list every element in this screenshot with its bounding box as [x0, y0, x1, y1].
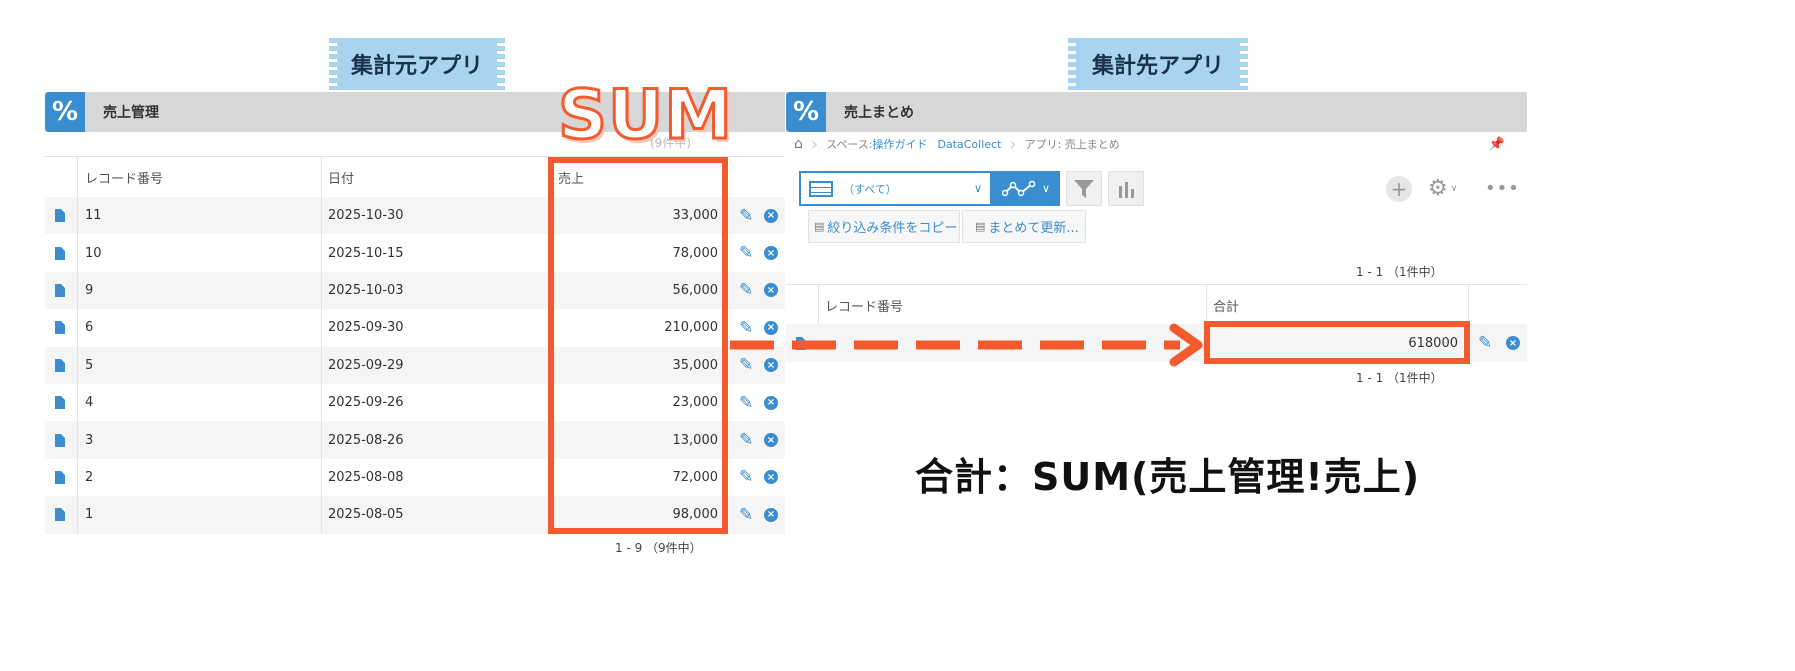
delete-icon[interactable]: ×: [1506, 336, 1520, 350]
percent-icon: %: [45, 92, 85, 132]
delete-icon[interactable]: ×: [764, 283, 778, 298]
total-highlight: [1204, 321, 1470, 364]
table-view-icon: [809, 180, 833, 197]
record-number: 2: [85, 469, 94, 485]
record-date: 2025-08-08: [328, 469, 404, 485]
view-select-value: （すべて）: [843, 182, 897, 196]
chevron-down-icon: ∨: [973, 182, 982, 195]
formula-text: 合計：SUM(売上管理!売上): [915, 455, 1421, 499]
record-date: 2025-09-26: [328, 395, 404, 411]
graph-button[interactable]: [1108, 171, 1144, 206]
record-date: 2025-09-29: [328, 357, 404, 373]
target-app-banner: 集計先アプリ: [1068, 38, 1248, 90]
sum-label: SUM: [557, 75, 734, 157]
edit-icon[interactable]: ✎: [739, 206, 753, 226]
pin-icon[interactable]: 📌: [1489, 137, 1505, 152]
breadcrumb: ⌂ › スペース: 操作ガイド DataCollect › アプリ: 売上まとめ…: [794, 133, 1505, 155]
bulk-update-button[interactable]: ▤ まとめて更新...: [962, 210, 1086, 243]
record-date: 2025-10-30: [328, 208, 404, 224]
plus-icon: +: [1390, 177, 1408, 201]
graph-view-button[interactable]: ∨: [992, 171, 1060, 206]
edit-icon[interactable]: ✎: [739, 393, 753, 413]
record-number: 11: [85, 208, 102, 224]
record-date: 2025-08-05: [328, 507, 404, 523]
breadcrumb-space-name[interactable]: DataCollect: [937, 138, 1001, 151]
copy-filter-label: 絞り込み条件をコピー: [827, 221, 958, 236]
record-number: 4: [85, 395, 94, 411]
bar-chart-icon: [1119, 181, 1134, 198]
target-app-header: % 売上まとめ: [786, 92, 1527, 132]
target-pager-top: 1 - 1 （1件中）: [1356, 265, 1443, 279]
record-detail-icon[interactable]: [55, 321, 65, 335]
breadcrumb-space-prefix: スペース:: [826, 138, 873, 151]
more-options-button[interactable]: •••: [1485, 178, 1520, 199]
delete-icon[interactable]: ×: [764, 507, 778, 522]
edit-icon[interactable]: ✎: [739, 467, 753, 487]
record-date: 2025-09-30: [328, 320, 404, 336]
edit-icon[interactable]: ✎: [739, 430, 753, 450]
target-pager-bottom: 1 - 1 （1件中）: [1356, 371, 1443, 385]
chevron-down-icon: ∨: [1450, 183, 1458, 194]
view-selector[interactable]: （すべて） ∨: [799, 171, 992, 206]
add-record-button[interactable]: +: [1386, 176, 1412, 202]
source-app-title: 売上管理: [103, 105, 159, 121]
breadcrumb-app: アプリ: 売上まとめ: [1024, 138, 1120, 151]
edit-icon[interactable]: ✎: [1478, 333, 1492, 353]
breadcrumb-space-link[interactable]: 操作ガイド: [872, 136, 927, 152]
target-app-title: 売上まとめ: [844, 105, 914, 121]
target-app-banner-text: 集計先アプリ: [1091, 54, 1224, 79]
delete-icon[interactable]: ×: [764, 470, 778, 485]
home-icon[interactable]: ⌂: [794, 136, 803, 152]
more-icon: •••: [1485, 178, 1520, 199]
source-pager: 1 - 9 （9件中）: [615, 541, 702, 555]
delete-icon[interactable]: ×: [764, 208, 778, 223]
record-number: 3: [85, 432, 94, 448]
record-detail-icon[interactable]: [55, 246, 65, 260]
record-detail-icon[interactable]: [55, 433, 65, 447]
target-table-header: レコード番号 合計: [786, 284, 1527, 326]
percent-icon: %: [786, 92, 826, 132]
column-header-date[interactable]: 日付: [328, 157, 354, 198]
record-date: 2025-10-15: [328, 245, 404, 261]
delete-icon[interactable]: ×: [764, 433, 778, 448]
record-number: 5: [85, 357, 94, 373]
record-date: 2025-10-03: [328, 282, 404, 298]
graph-icon: [1001, 180, 1036, 196]
delete-icon[interactable]: ×: [764, 395, 778, 410]
record-number: 9: [85, 282, 94, 298]
filter-icon: [1074, 179, 1094, 198]
filter-button[interactable]: [1066, 171, 1102, 206]
record-number: 10: [85, 245, 102, 261]
column-header-record-number[interactable]: レコード番号: [85, 157, 163, 198]
delete-icon[interactable]: ×: [764, 246, 778, 261]
bulk-update-label: まとめて更新...: [988, 221, 1079, 236]
record-detail-icon[interactable]: [55, 358, 65, 372]
source-app-banner-text: 集計元アプリ: [350, 54, 483, 79]
gear-icon: ⚙: [1428, 176, 1448, 201]
copy-icon: ▤: [814, 220, 825, 233]
arrow-connector: [730, 323, 1203, 367]
copy-filter-button[interactable]: ▤ 絞り込み条件をコピー: [808, 210, 960, 243]
edit-icon[interactable]: ✎: [739, 280, 753, 300]
record-date: 2025-08-26: [328, 432, 404, 448]
record-detail-icon[interactable]: [55, 283, 65, 297]
edit-icon[interactable]: ✎: [739, 243, 753, 263]
record-detail-icon[interactable]: [55, 209, 65, 223]
edit-icon[interactable]: ✎: [739, 505, 753, 525]
sales-column-highlight: [548, 157, 728, 534]
settings-button[interactable]: ⚙ ∨: [1428, 176, 1457, 201]
column-header-total[interactable]: 合計: [1213, 285, 1239, 325]
record-detail-icon[interactable]: [55, 508, 65, 522]
copy-icon: ▤: [975, 220, 986, 233]
record-number: 1: [85, 507, 94, 523]
source-app-banner: 集計元アプリ: [329, 38, 505, 90]
record-detail-icon[interactable]: [55, 470, 65, 484]
record-detail-icon[interactable]: [55, 396, 65, 410]
chevron-down-icon: ∨: [1041, 182, 1051, 195]
record-number: 6: [85, 320, 94, 336]
column-header-record-number[interactable]: レコード番号: [825, 285, 903, 325]
